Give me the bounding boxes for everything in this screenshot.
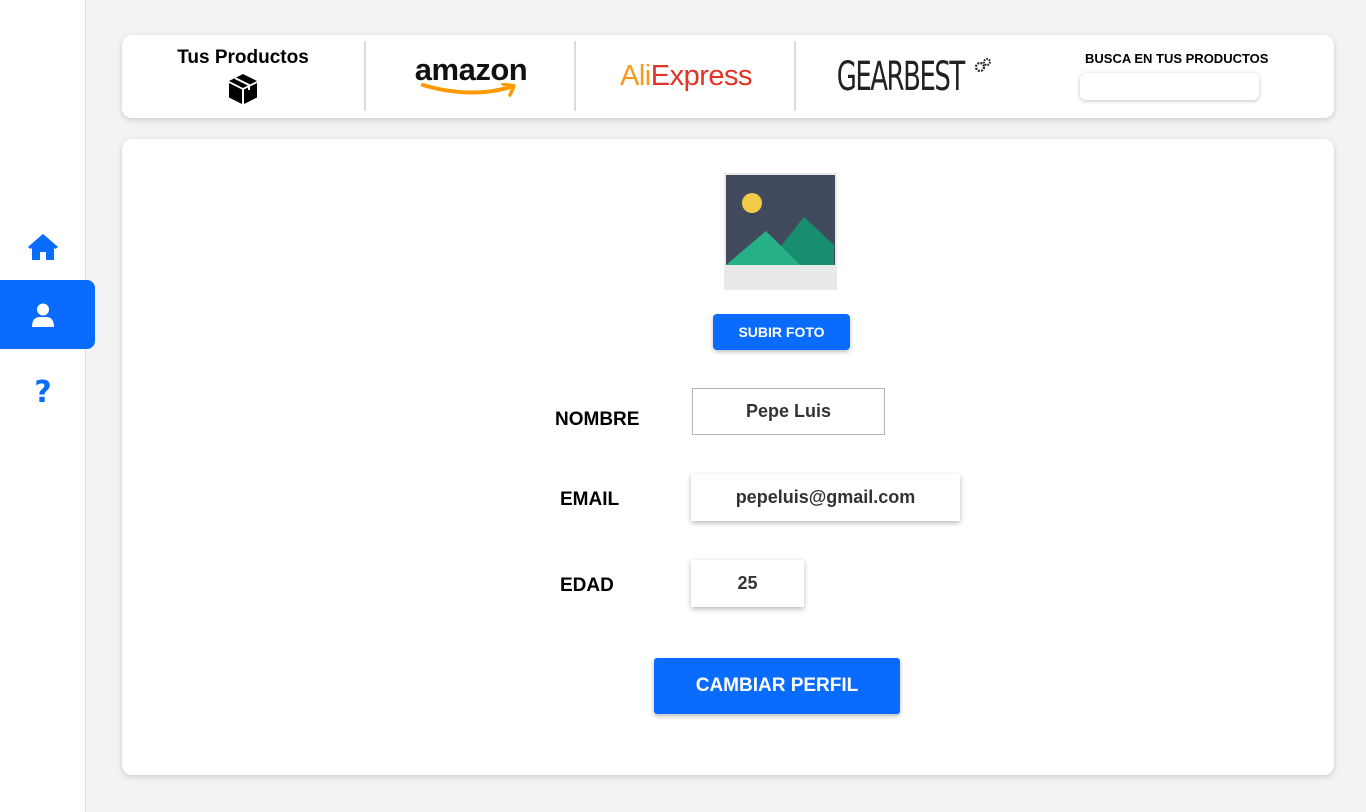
tab-tus-productos[interactable]: Tus Productos xyxy=(122,35,364,118)
search-box[interactable] xyxy=(1080,73,1268,100)
tab-amazon[interactable]: amazon xyxy=(366,35,576,118)
email-field[interactable] xyxy=(691,474,960,521)
profile-panel: SUBIR FOTO NOMBRE EMAIL EDAD CAMBIAR PER… xyxy=(122,139,1334,775)
home-icon xyxy=(28,233,58,260)
edad-label: EDAD xyxy=(560,575,614,596)
nombre-label: NOMBRE xyxy=(555,409,640,430)
question-icon: ? xyxy=(34,375,52,410)
tus-productos-label: Tus Productos xyxy=(177,46,309,68)
gearbest-logo-text: GEARBEST xyxy=(836,53,965,100)
upload-photo-button[interactable]: SUBIR FOTO xyxy=(713,314,850,350)
edad-field[interactable] xyxy=(691,560,804,607)
user-icon xyxy=(32,303,54,327)
sidebar-item-profile[interactable] xyxy=(0,280,95,349)
aliexpress-logo-express: Express xyxy=(650,60,753,92)
sidebar: ? xyxy=(0,0,95,812)
amazon-logo-text: amazon xyxy=(414,52,528,87)
nombre-field[interactable] xyxy=(692,388,885,435)
search-block: BUSCA EN TUS PRODUCTOS xyxy=(1080,51,1280,100)
tab-aliexpress[interactable]: AliExpress xyxy=(576,35,796,118)
tab-gearbest[interactable]: GEARBEST xyxy=(796,35,1008,118)
sidebar-item-help[interactable]: ? xyxy=(0,358,95,427)
search-title: BUSCA EN TUS PRODUCTOS xyxy=(1085,51,1269,66)
gear-icon xyxy=(975,57,992,72)
aliexpress-logo: AliExpress xyxy=(620,60,753,93)
amazon-logo: amazon xyxy=(415,54,528,97)
box-icon xyxy=(229,73,257,104)
email-label: EMAIL xyxy=(560,489,620,510)
search-input[interactable] xyxy=(1092,74,1268,99)
aliexpress-logo-ali: Ali xyxy=(620,60,651,92)
change-profile-button[interactable]: CAMBIAR PERFIL xyxy=(654,658,900,714)
gearbest-logo: GEARBEST xyxy=(812,54,992,100)
top-bar: Tus Productos amazon AliExpress GEARBEST xyxy=(122,35,1334,118)
photo-placeholder-icon xyxy=(724,173,837,290)
sidebar-item-home[interactable] xyxy=(0,212,95,281)
